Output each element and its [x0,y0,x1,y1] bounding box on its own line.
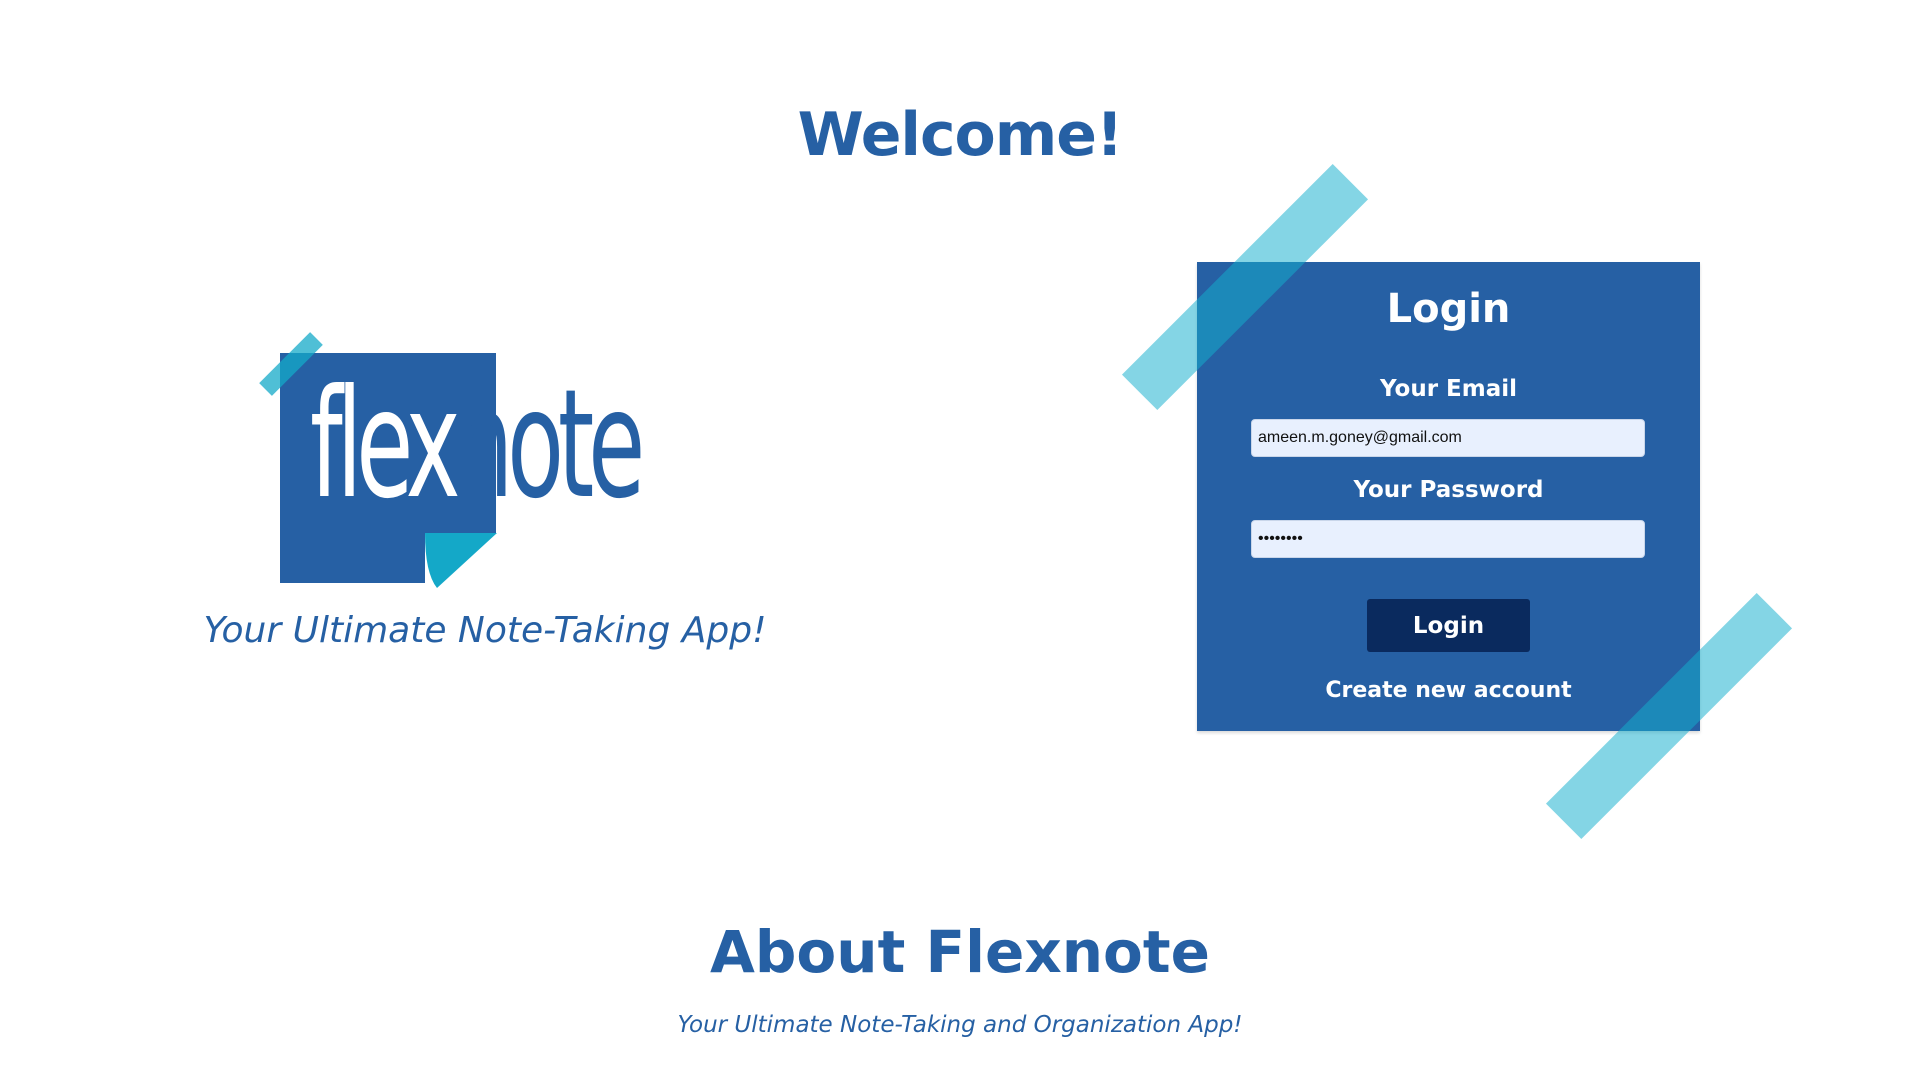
flexnote-logo: flexnote [255,332,735,593]
create-account-link[interactable]: Create new account [1197,678,1700,703]
tagline: Your Ultimate Note-Taking App! [203,610,767,651]
logo-text-flex: flex [310,358,461,532]
about-title: About Flexnote [710,918,1210,986]
logo-page-curl [425,533,497,588]
about-subtitle: Your Ultimate Note-Taking and Organizati… [677,1012,1243,1038]
login-card: Login Your Email Your Password Login Cre… [1197,262,1700,731]
password-field[interactable] [1251,520,1645,558]
welcome-heading: Welcome! [797,100,1124,170]
email-field[interactable] [1251,419,1645,457]
password-label: Your Password [1353,477,1544,503]
logo-wordmark: flexnote [310,365,645,525]
login-button[interactable]: Login [1367,599,1530,652]
page: Welcome! flexnote Your Ultimate Note-Tak… [0,0,1920,1080]
logo-text-note: note [454,358,645,532]
email-label: Your Email [1379,376,1518,402]
